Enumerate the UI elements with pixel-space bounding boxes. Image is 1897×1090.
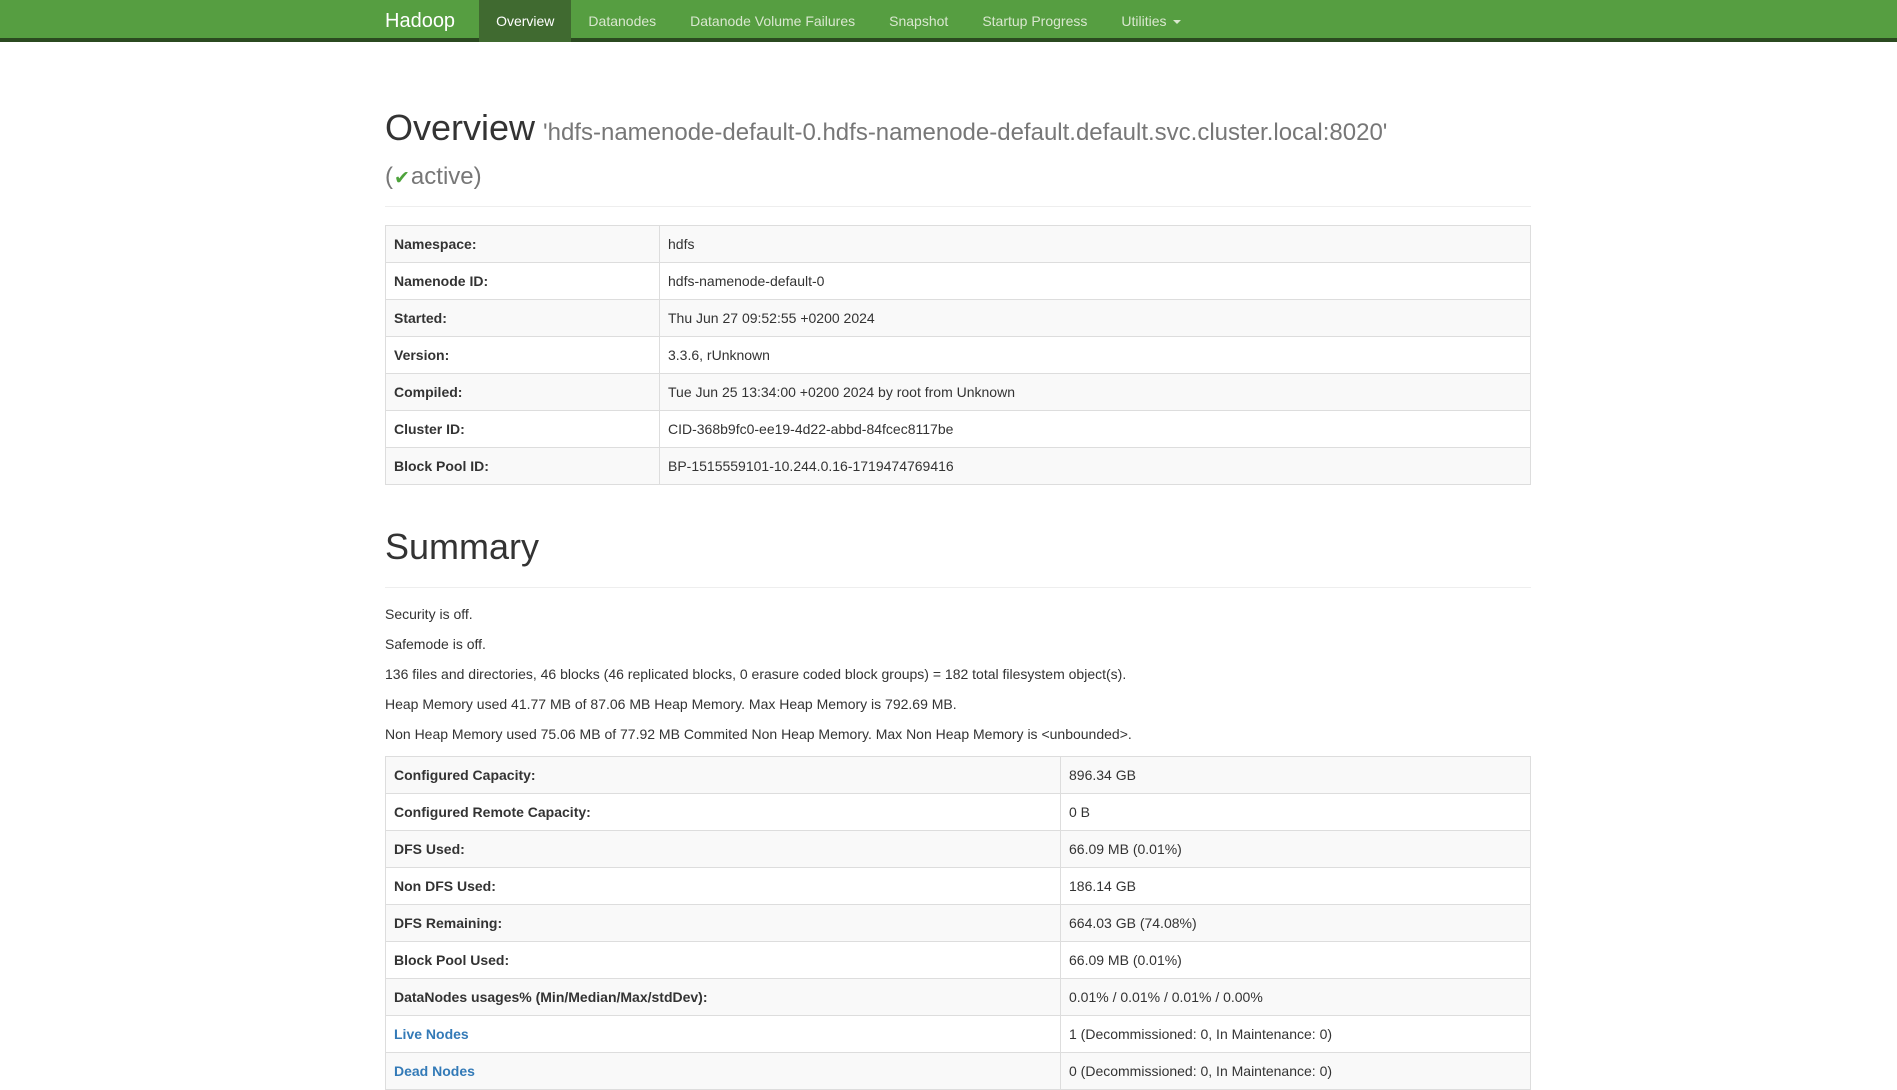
table-row: Compiled:Tue Jun 25 13:34:00 +0200 2024 …	[386, 373, 1531, 410]
info-label: Namenode ID:	[386, 262, 660, 299]
summary-title: Summary	[385, 525, 1531, 569]
summary-label: Non DFS Used:	[386, 867, 1061, 904]
info-label: Version:	[386, 336, 660, 373]
tab-startup-progress[interactable]: Startup Progress	[965, 0, 1104, 42]
table-row: Configured Remote Capacity:0 B	[386, 793, 1531, 830]
summary-label: DFS Remaining:	[386, 904, 1061, 941]
caret-down-icon	[1173, 20, 1181, 24]
state-close-paren: )	[474, 163, 482, 190]
navbar-brand[interactable]: Hadoop	[385, 0, 479, 42]
tab-utilities-dropdown[interactable]: Utilities	[1104, 0, 1197, 42]
info-value: Thu Jun 27 09:52:55 +0200 2024	[660, 299, 1531, 336]
summary-value: 186.14 GB	[1061, 867, 1531, 904]
info-value: BP-1515559101-10.244.0.16-1719474769416	[660, 447, 1531, 484]
summary-table: Configured Capacity:896.34 GB Configured…	[385, 756, 1531, 1090]
info-value: 3.3.6, rUnknown	[660, 336, 1531, 373]
info-value: hdfs-namenode-default-0	[660, 262, 1531, 299]
summary-line-heap: Heap Memory used 41.77 MB of 87.06 MB He…	[385, 692, 1531, 716]
summary-label: Block Pool Used:	[386, 941, 1061, 978]
summary-value: 1 (Decommissioned: 0, In Maintenance: 0)	[1061, 1015, 1531, 1052]
summary-label: DFS Used:	[386, 830, 1061, 867]
namenode-info-table: Namespace:hdfs Namenode ID:hdfs-namenode…	[385, 225, 1531, 485]
summary-line-files: 136 files and directories, 46 blocks (46…	[385, 662, 1531, 686]
table-row: Non DFS Used:186.14 GB	[386, 867, 1531, 904]
summary-line-safemode: Safemode is off.	[385, 632, 1531, 656]
tab-datanode-volume-failures[interactable]: Datanode Volume Failures	[673, 0, 872, 42]
navbar-inner: Hadoop Overview Datanodes Datanode Volum…	[385, 0, 1897, 42]
summary-value: 664.03 GB (74.08%)	[1061, 904, 1531, 941]
table-row: Live Nodes 1 (Decommissioned: 0, In Maint…	[386, 1015, 1531, 1052]
namenode-address: 'hdfs-namenode-default-0.hdfs-namenode-d…	[543, 119, 1387, 146]
summary-header: Summary	[385, 525, 1531, 588]
summary-value: 66.09 MB (0.01%)	[1061, 941, 1531, 978]
table-row: DFS Remaining:664.03 GB (74.08%)	[386, 904, 1531, 941]
table-row: Cluster ID:CID-368b9fc0-ee19-4d22-abbd-8…	[386, 410, 1531, 447]
check-icon: ✔	[393, 168, 411, 189]
table-row: Version:3.3.6, rUnknown	[386, 336, 1531, 373]
table-row: Block Pool Used:66.09 MB (0.01%)	[386, 941, 1531, 978]
info-value: hdfs	[660, 225, 1531, 262]
table-row: Block Pool ID:BP-1515559101-10.244.0.16-…	[386, 447, 1531, 484]
info-label: Compiled:	[386, 373, 660, 410]
namenode-state: active	[411, 163, 474, 190]
summary-value: 0 (Decommissioned: 0, In Maintenance: 0)	[1061, 1052, 1531, 1089]
table-row: Started:Thu Jun 27 09:52:55 +0200 2024	[386, 299, 1531, 336]
navbar-tabs: Overview Datanodes Datanode Volume Failu…	[479, 0, 1197, 42]
overview-header: Overview 'hdfs-namenode-default-0.hdfs-na…	[385, 106, 1531, 207]
summary-label: DataNodes usages% (Min/Median/Max/stdDev…	[386, 978, 1061, 1015]
info-label: Started:	[386, 299, 660, 336]
tab-datanodes[interactable]: Datanodes	[571, 0, 673, 42]
summary-value: 896.34 GB	[1061, 756, 1531, 793]
info-label: Block Pool ID:	[386, 447, 660, 484]
table-row: Namespace:hdfs	[386, 225, 1531, 262]
page-title: Overview	[385, 107, 535, 148]
tab-overview[interactable]: Overview	[479, 0, 571, 42]
navbar: Hadoop Overview Datanodes Datanode Volum…	[0, 0, 1897, 42]
summary-line-security: Security is off.	[385, 602, 1531, 626]
dead-nodes-link[interactable]: Dead Nodes	[394, 1063, 475, 1079]
info-value: CID-368b9fc0-ee19-4d22-abbd-84fcec8117be	[660, 410, 1531, 447]
info-label: Cluster ID:	[386, 410, 660, 447]
tab-utilities-label: Utilities	[1121, 13, 1166, 29]
info-value: Tue Jun 25 13:34:00 +0200 2024 by root f…	[660, 373, 1531, 410]
summary-label: Configured Capacity:	[386, 756, 1061, 793]
summary-value: 0.01% / 0.01% / 0.01% / 0.00%	[1061, 978, 1531, 1015]
summary-line-nonheap: Non Heap Memory used 75.06 MB of 77.92 M…	[385, 722, 1531, 746]
main-content: Overview 'hdfs-namenode-default-0.hdfs-na…	[385, 106, 1531, 1090]
summary-value: 0 B	[1061, 793, 1531, 830]
state-open-paren: (	[385, 163, 393, 190]
info-label: Namespace:	[386, 225, 660, 262]
overview-heading: Overview 'hdfs-namenode-default-0.hdfs-na…	[385, 106, 1531, 194]
summary-value: 66.09 MB (0.01%)	[1061, 830, 1531, 867]
table-row: Namenode ID:hdfs-namenode-default-0	[386, 262, 1531, 299]
table-row: Configured Capacity:896.34 GB	[386, 756, 1531, 793]
tab-snapshot[interactable]: Snapshot	[872, 0, 965, 42]
live-nodes-link[interactable]: Live Nodes	[394, 1026, 469, 1042]
summary-label: Configured Remote Capacity:	[386, 793, 1061, 830]
table-row: DFS Used:66.09 MB (0.01%)	[386, 830, 1531, 867]
table-row: DataNodes usages% (Min/Median/Max/stdDev…	[386, 978, 1531, 1015]
table-row: Dead Nodes 0 (Decommissioned: 0, In Maint…	[386, 1052, 1531, 1089]
